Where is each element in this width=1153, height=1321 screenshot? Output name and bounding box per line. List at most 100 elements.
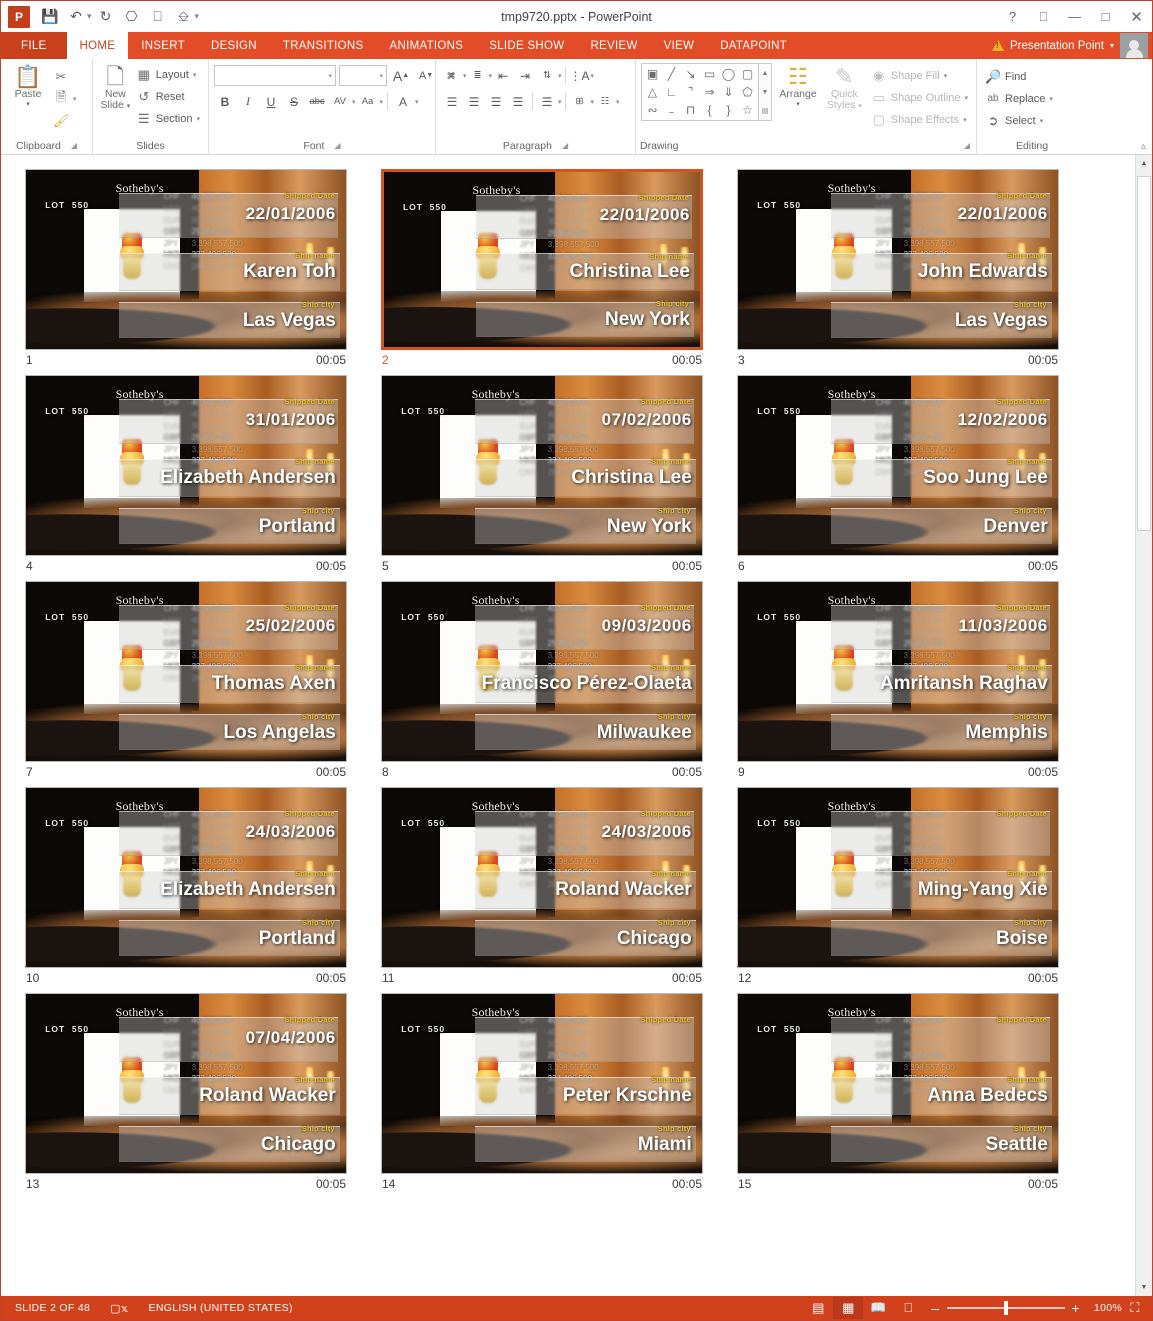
align-right-button[interactable]: ☰ (485, 91, 507, 112)
arrange-caret-icon[interactable]: ▾ (796, 100, 800, 108)
slide-thumbnail-15[interactable]: Sotheby's LOT 550 CHF 40,500,000 USD 40,773… (737, 993, 1059, 1191)
shape-triangle-icon[interactable]: △ (643, 83, 662, 101)
undo-caret-icon[interactable]: ▾ (87, 11, 92, 22)
align-left-button[interactable]: ☰ (441, 91, 463, 112)
shape-arrow-icon[interactable]: ↘ (681, 65, 700, 83)
increase-font-size-button[interactable]: A ▲ (390, 65, 412, 86)
shape-elbow-arrow-icon[interactable]: ⌝ (681, 83, 700, 101)
collapse-ribbon-icon[interactable]: ▵ (1141, 141, 1146, 152)
text-direction-button[interactable]: ⋮A (569, 65, 591, 86)
font-size-combo[interactable]: ▾ (339, 65, 387, 86)
shape-oval-icon[interactable]: ◯ (719, 65, 738, 83)
slide-canvas[interactable]: Sotheby's LOT 550 CHF 40,500,000 USD 40,773… (381, 581, 703, 762)
slide-thumbnail-3[interactable]: Sotheby's LOT 550 CHF 40,500,000 USD 40,773… (737, 169, 1059, 367)
shape-textbox-icon[interactable]: ▣ (643, 65, 662, 83)
gallery-scroll-up-icon[interactable]: ▲ (759, 64, 771, 83)
slide-canvas[interactable]: Sotheby's LOT 550 CHF 40,500,000 USD 40,773… (737, 169, 1059, 350)
select-button[interactable]: ➲ Select ▾ (982, 110, 1056, 131)
presentation-point-icon[interactable]: ⎕ (146, 5, 170, 29)
slide-thumbnail-4[interactable]: Sotheby's LOT 550 CHF 40,500,000 USD 40,773… (25, 375, 347, 573)
bullets-button[interactable]: ≡ (441, 65, 463, 86)
shape-line-icon[interactable]: ╱ (662, 65, 681, 83)
section-button[interactable]: ☰ Section ▾ (133, 108, 203, 129)
layout-button[interactable]: ▦ Layout ▾ (133, 64, 203, 85)
slide-thumbnail-6[interactable]: Sotheby's LOT 550 CHF 40,500,000 USD 40,773… (737, 375, 1059, 573)
replace-button[interactable]: ab Replace ▾ (982, 88, 1056, 109)
decrease-indent-button[interactable]: ⇤ (492, 65, 514, 86)
slide-canvas[interactable]: Sotheby's LOT 550 CHF 40,500,000 USD 40,773… (737, 581, 1059, 762)
increase-indent-button[interactable]: ⇥ (514, 65, 536, 86)
slide-canvas[interactable]: Sotheby's LOT 550 CHF 40,500,000 USD 40,773… (381, 993, 703, 1174)
tab-review[interactable]: REVIEW (577, 32, 650, 59)
slide-thumbnail-10[interactable]: Sotheby's LOT 550 CHF 40,500,000 USD 40,773… (25, 787, 347, 985)
change-case-button[interactable]: Aa (357, 91, 379, 112)
tab-animations[interactable]: ANIMATIONS (377, 32, 477, 59)
numbering-button[interactable]: ≣ (467, 65, 489, 86)
underline-button[interactable]: U (260, 91, 282, 112)
normal-view-button[interactable]: ▤ (803, 1297, 833, 1319)
replace-caret-icon[interactable]: ▾ (1049, 95, 1053, 103)
slide-canvas[interactable]: Sotheby's LOT 550 CHF 40,500,000 USD 40,773… (381, 375, 703, 556)
zoom-level[interactable]: 100% (1088, 1302, 1122, 1314)
shape-pentagon-icon[interactable]: ⬠ (738, 83, 757, 101)
find-button[interactable]: 🔎 Find (982, 66, 1056, 87)
cut-button[interactable]: ✂ (50, 66, 80, 87)
slide-canvas[interactable]: Sotheby's LOT 550 CHF 40,500,000 USD 40,773… (737, 375, 1059, 556)
clipboard-dialog-launcher-icon[interactable]: ◢ (71, 141, 77, 150)
decrease-font-size-button[interactable]: A ▼ (415, 65, 437, 86)
shape-left-brace-icon[interactable]: { (700, 101, 719, 119)
shape-right-arrow-icon[interactable]: ⇒ (700, 83, 719, 101)
drawing-dialog-launcher-icon[interactable]: ◢ (964, 141, 970, 150)
font-color-button[interactable]: A (392, 91, 414, 112)
customize-caret-icon[interactable]: ▾ (195, 11, 200, 22)
shapes-gallery-scroll[interactable]: ▲ ▼ ▤ (759, 63, 772, 121)
maximize-button[interactable]: □ (1090, 4, 1121, 30)
tab-transitions[interactable]: TRANSITIONS (270, 32, 377, 59)
character-spacing-caret-icon[interactable]: ▾ (352, 98, 356, 106)
ribbon-display-options-icon[interactable]: ⎕ (1028, 4, 1059, 30)
shape-elbow-connector-icon[interactable]: ∟ (662, 83, 681, 101)
paragraph-dialog-launcher-icon[interactable]: ◢ (562, 141, 568, 150)
arrange-button[interactable]: ☷ Arrange ▾ (775, 63, 821, 109)
slide-thumbnail-1[interactable]: Sotheby's LOT 550 CHF 40,500,000 USD 40,773… (25, 169, 347, 367)
start-from-beginning-icon[interactable]: ⎔ (120, 5, 144, 29)
avatar[interactable] (1120, 33, 1148, 58)
columns-caret-icon[interactable]: ▾ (558, 98, 562, 106)
quick-styles-caret-icon[interactable]: ▾ (858, 103, 862, 110)
new-slide-caret-icon[interactable]: ▾ (127, 103, 131, 110)
convert-to-smartart-button[interactable]: ☷ (594, 91, 616, 112)
tab-design[interactable]: DESIGN (198, 32, 270, 59)
slide-canvas[interactable]: Sotheby's LOT 550 CHF 40,500,000 USD 40,773… (25, 581, 347, 762)
shape-rounded-rect-icon[interactable]: ▢ (738, 65, 757, 83)
spellcheck-icon[interactable]: ▢𝕩 (100, 1302, 138, 1315)
bold-button[interactable]: B (214, 91, 236, 112)
columns-button[interactable]: ☰ (536, 91, 558, 112)
shape-right-brace-icon[interactable]: } (719, 101, 738, 119)
shape-effects-caret-icon[interactable]: ▾ (963, 116, 967, 124)
slide-thumbnail-12[interactable]: Sotheby's LOT 550 CHF 40,500,000 USD 40,773… (737, 787, 1059, 985)
zoom-out-button[interactable]: – (931, 1301, 939, 1315)
copy-caret-icon[interactable]: ▾ (73, 95, 77, 103)
character-spacing-button[interactable]: AV (329, 91, 351, 112)
tab-home[interactable]: HOME (66, 32, 129, 59)
slide-thumbnail-2[interactable]: Sotheby's LOT 550 CHF 40,500,000 USD 40,773… (381, 169, 703, 367)
scrollbar-track[interactable] (1136, 172, 1152, 1279)
undo-icon[interactable]: ↶ (64, 5, 88, 29)
shape-arc-icon[interactable]: ⊓ (681, 101, 700, 119)
slide-thumbnail-13[interactable]: Sotheby's LOT 550 CHF 40,500,000 USD 40,773… (25, 993, 347, 1191)
redo-icon[interactable]: ↻ (94, 5, 118, 29)
gallery-more-icon[interactable]: ▤ (759, 101, 771, 120)
shape-outline-caret-icon[interactable]: ▾ (964, 94, 968, 102)
slide-show-view-button[interactable]: ⎕ (893, 1297, 923, 1319)
customize-quick-access-icon[interactable]: ⎒ (172, 5, 196, 29)
tab-insert[interactable]: INSERT (128, 32, 198, 59)
slide-thumbnail-9[interactable]: Sotheby's LOT 550 CHF 40,500,000 USD 40,773… (737, 581, 1059, 779)
slide-thumbnail-7[interactable]: Sotheby's LOT 550 CHF 40,500,000 USD 40,773… (25, 581, 347, 779)
slide-canvas[interactable]: Sotheby's LOT 550 CHF 40,500,000 USD 40,773… (25, 169, 347, 350)
slide-canvas[interactable]: Sotheby's LOT 550 CHF 40,500,000 USD 40,773… (381, 787, 703, 968)
zoom-slider-knob[interactable] (1003, 1301, 1008, 1315)
vertical-scrollbar[interactable]: ▲ ▼ (1135, 155, 1152, 1296)
slide-canvas[interactable]: Sotheby's LOT 550 CHF 40,500,000 USD 40,773… (25, 375, 347, 556)
shape-fill-caret-icon[interactable]: ▾ (944, 72, 948, 80)
tab-file[interactable]: FILE (1, 32, 67, 59)
